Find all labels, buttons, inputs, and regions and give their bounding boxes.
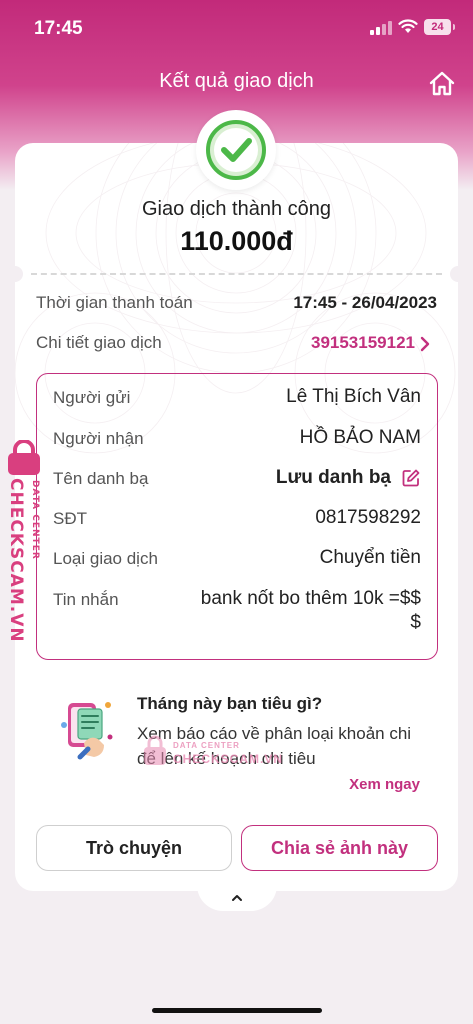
ticket-divider	[31, 273, 442, 275]
transaction-type-label: Loại giao dịch	[53, 549, 158, 568]
ticket-notch-right	[450, 266, 466, 282]
view-now-link[interactable]: Xem ngay	[330, 776, 420, 793]
transaction-status: Giao dịch thành công	[141, 198, 332, 220]
bottom-drawer-handle[interactable]	[197, 885, 277, 911]
home-icon[interactable]	[428, 70, 456, 98]
ticket-notch-left	[7, 266, 23, 282]
transaction-details-box: Người gửi Lê Thị Bích Vân Người nhận HỒ …	[36, 373, 438, 660]
message-value-line2: $	[410, 612, 421, 633]
status-time: 17:45	[34, 18, 83, 39]
status-bar: 17:45 24	[0, 0, 473, 56]
share-image-button[interactable]: Chia sẻ ảnh này	[241, 825, 438, 871]
phone-label: SĐT	[53, 509, 87, 528]
contact-label: Tên danh bạ	[53, 469, 149, 488]
watermark-center-sub: DATA CENTER	[173, 741, 240, 750]
success-badge	[196, 110, 276, 190]
chevron-right-icon[interactable]	[418, 336, 432, 352]
chevron-up-icon[interactable]	[230, 893, 244, 903]
page-title: Kết quả giao dịch	[159, 70, 314, 92]
promo-title: Tháng này bạn tiêu gì?	[137, 694, 323, 713]
edit-icon[interactable]	[401, 468, 421, 488]
battery-icon: 24	[424, 19, 455, 35]
transaction-id-link[interactable]: 39153159121	[311, 333, 415, 353]
transaction-type-value: Chuyển tiền	[319, 547, 421, 568]
receiver-label: Người nhận	[53, 429, 144, 448]
chat-button[interactable]: Trò chuyện	[36, 825, 232, 871]
watermark-brand: CHECKSCAM.VN	[6, 478, 26, 643]
success-check-icon	[206, 120, 266, 180]
cellular-signal-icon	[370, 21, 392, 35]
sender-label: Người gửi	[53, 388, 131, 407]
save-contact-link[interactable]: Lưu danh bạ	[276, 467, 391, 489]
message-value-line1: bank nốt bo thêm 10k =$$	[200, 588, 421, 609]
payment-time-value: 17:45 - 26/04/2023	[293, 293, 437, 312]
message-label: Tin nhắn	[53, 590, 119, 609]
watermark-center-brand: CHECKSCAM.VN	[173, 752, 284, 766]
payment-time-label: Thời gian thanh toán	[36, 293, 193, 312]
watermark-center-lock-icon	[144, 735, 166, 765]
receiver-value: HỒ BẢO NAM	[299, 427, 421, 448]
sender-value: Lê Thị Bích Vân	[286, 386, 421, 407]
spending-report-icon	[61, 702, 113, 760]
transaction-detail-label: Chi tiết giao dịch	[36, 333, 162, 352]
transaction-amount: 110.000đ	[180, 226, 293, 256]
phone-value: 0817598292	[315, 507, 421, 528]
wifi-icon	[398, 19, 418, 33]
home-indicator	[152, 1008, 322, 1013]
watermark-sub: DATA CENTER	[30, 480, 40, 560]
